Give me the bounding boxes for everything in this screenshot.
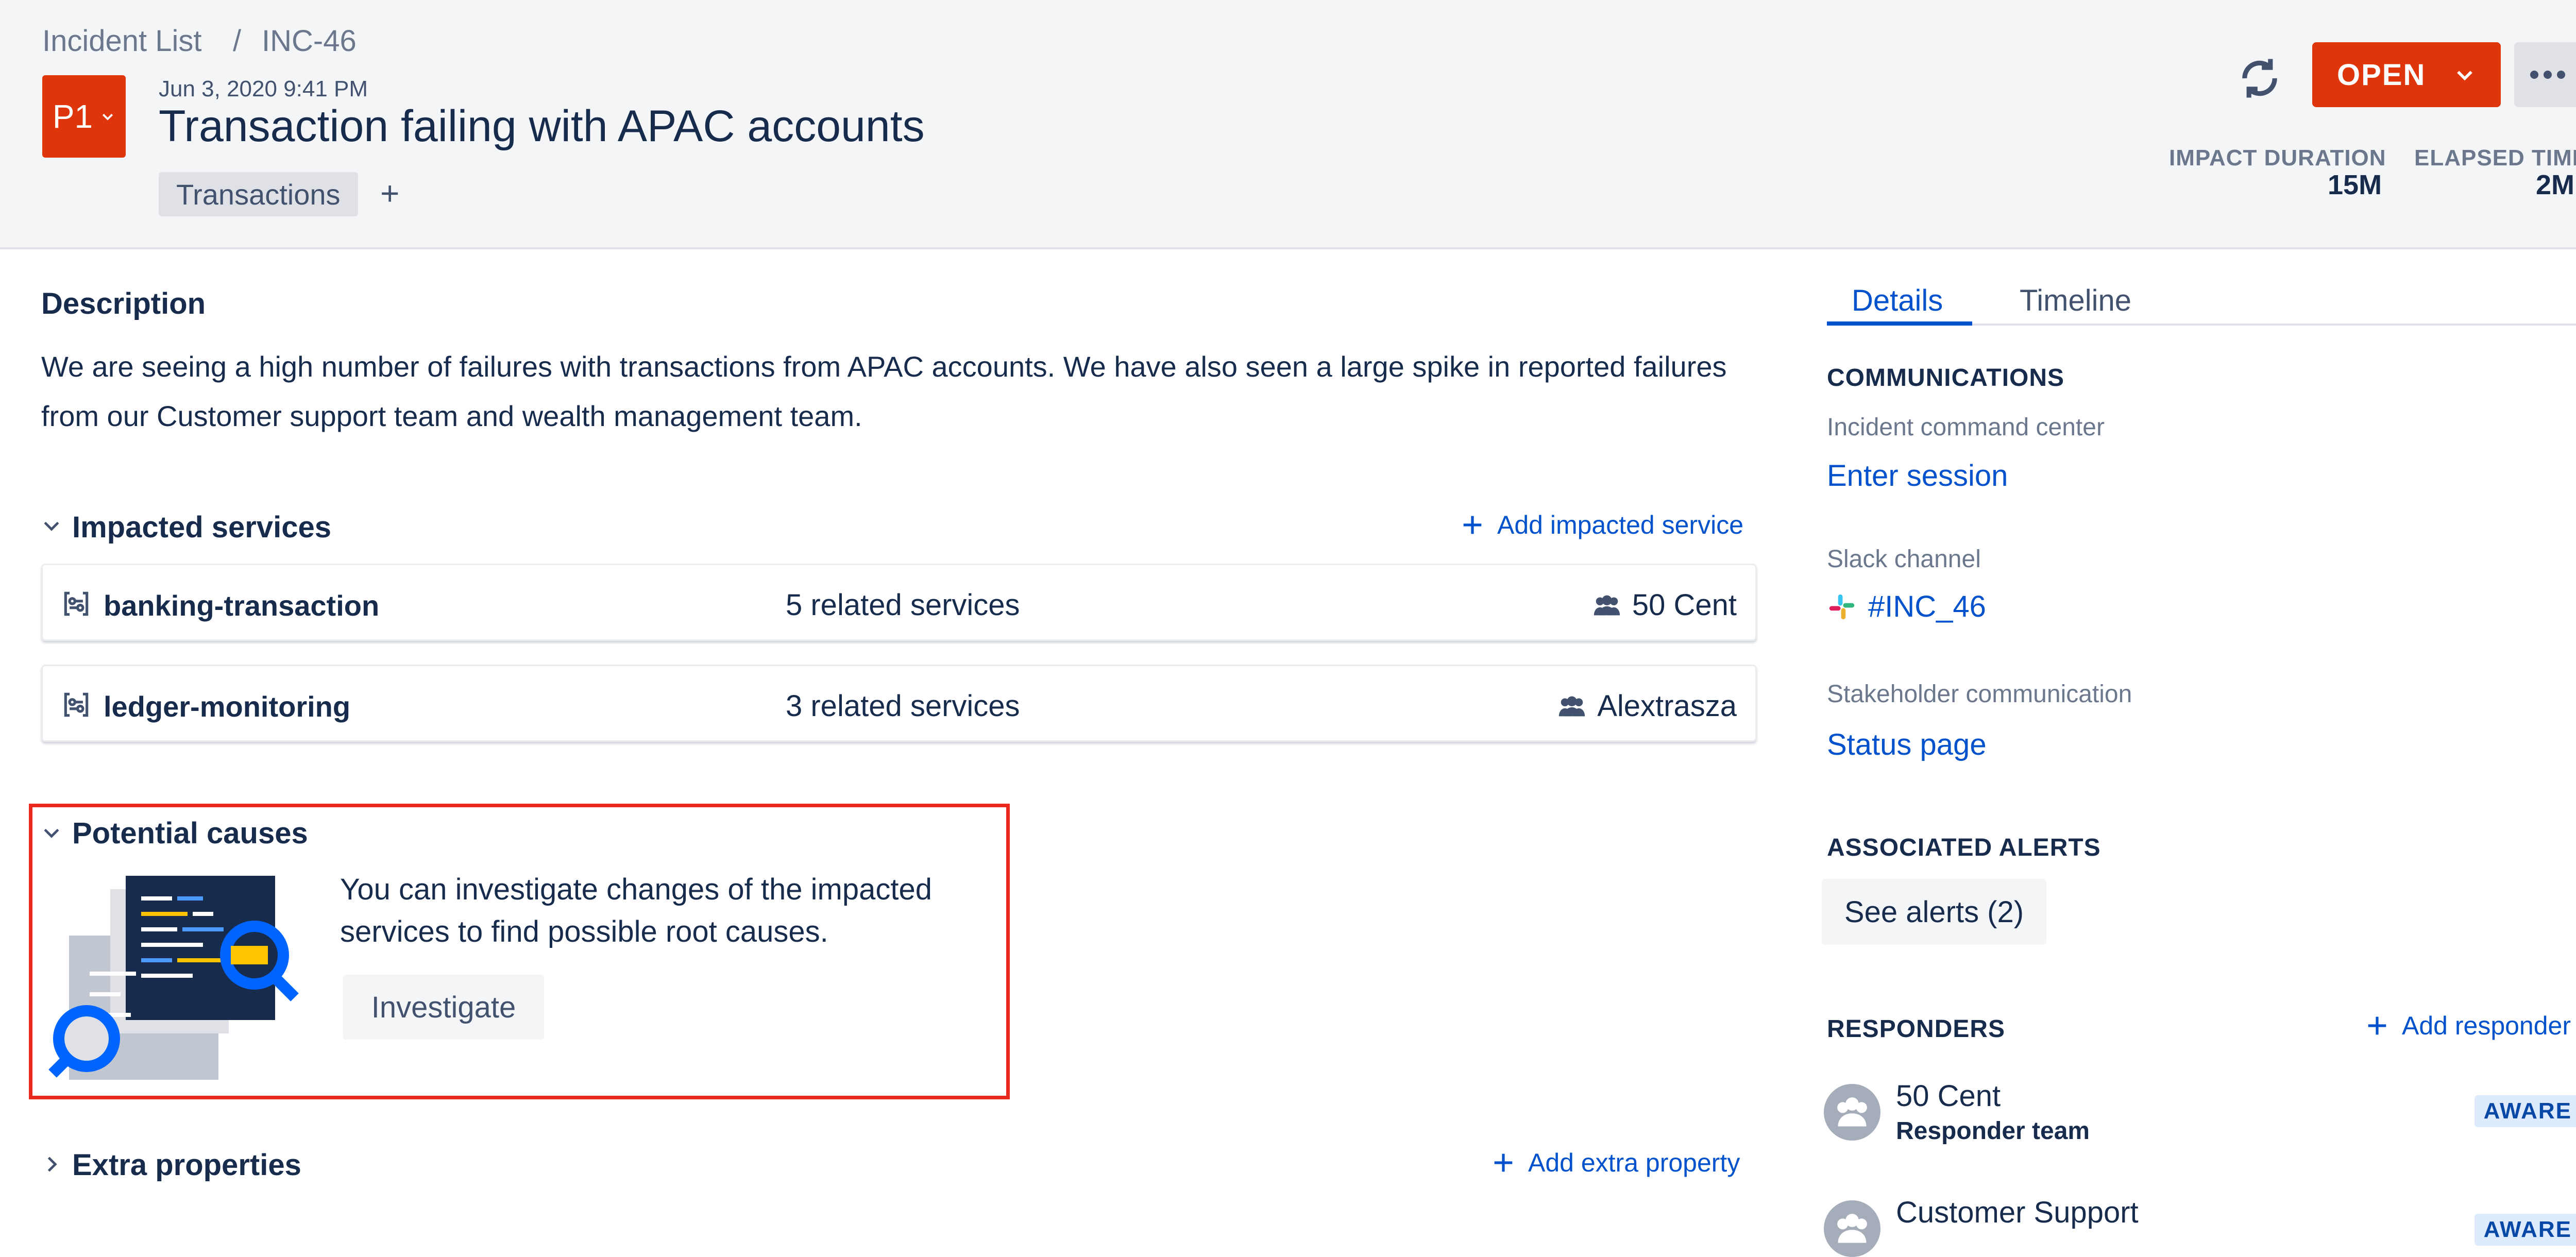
tab-active-indicator xyxy=(1827,321,1972,326)
related-services[interactable]: 3 related services xyxy=(786,689,1020,723)
priority-label: P1 xyxy=(52,98,93,135)
status-badge: AWARE xyxy=(2474,1214,2576,1246)
service-name[interactable]: ledger-monitoring xyxy=(104,690,350,723)
potential-causes-toggle[interactable] xyxy=(40,821,63,844)
list-item[interactable] xyxy=(1824,1084,1880,1141)
impact-duration-value: 15M xyxy=(2328,169,2382,200)
refresh-icon[interactable] xyxy=(2234,53,2285,104)
chevron-down-icon xyxy=(44,828,59,838)
responder-name[interactable]: 50 Cent xyxy=(1896,1079,2001,1113)
impacted-services-toggle[interactable] xyxy=(40,514,63,537)
owner-name: 50 Cent xyxy=(1632,588,1737,622)
slack-channel-name: #INC_46 xyxy=(1868,590,1986,623)
potential-causes-text: You can investigate changes of the impac… xyxy=(340,873,932,948)
more-icon xyxy=(2530,71,2565,79)
extra-properties-toggle[interactable] xyxy=(40,1153,63,1176)
responder-role: Responder team xyxy=(1896,1117,2090,1145)
breadcrumb-separator: / xyxy=(233,24,242,58)
slack-channel-label: Slack channel xyxy=(1827,546,1981,573)
list-item[interactable] xyxy=(1824,1200,1880,1257)
description-text[interactable]: We are seeing a high number of failures … xyxy=(41,342,1741,441)
plus-icon xyxy=(1494,1153,1513,1172)
slack-channel-link[interactable]: #INC_46 xyxy=(1827,589,1986,624)
team-avatar-icon xyxy=(1824,1200,1880,1257)
associated-alerts-heading: ASSOCIATED ALERTS xyxy=(1827,834,2101,861)
tab-details[interactable]: Details xyxy=(1852,283,1943,318)
team-avatar-icon xyxy=(1824,1084,1880,1141)
service-icon xyxy=(64,692,89,717)
chevron-down-icon xyxy=(103,113,113,121)
owner-name: Alextrasza xyxy=(1597,689,1737,723)
chevron-down-icon xyxy=(44,521,59,531)
chevron-down-icon xyxy=(2457,71,2472,81)
add-impacted-service-button[interactable]: Add impacted service xyxy=(1459,510,1743,540)
chevron-right-icon xyxy=(47,1157,57,1172)
investigate-illustration-icon xyxy=(48,876,299,1080)
add-extra-property-button[interactable]: Add extra property xyxy=(1490,1148,1740,1178)
add-impacted-service-label: Add impacted service xyxy=(1497,511,1744,539)
responder-name[interactable]: Customer Support xyxy=(1896,1195,2139,1230)
team-icon xyxy=(1594,595,1620,615)
description-heading: Description xyxy=(41,287,206,320)
add-responder-label: Add responder xyxy=(2402,1011,2571,1040)
see-alerts-button[interactable]: See alerts (2) xyxy=(1822,879,2046,945)
enter-session-link[interactable]: Enter session xyxy=(1827,458,2008,493)
service-owner: 50 Cent xyxy=(1592,588,1737,622)
impact-duration-label: IMPACT DURATION xyxy=(2169,145,2386,171)
plus-icon xyxy=(1463,516,1482,534)
add-responder-button[interactable]: Add responder xyxy=(2364,1011,2571,1041)
service-name[interactable]: banking-transaction xyxy=(104,589,379,622)
extra-properties-heading: Extra properties xyxy=(72,1148,301,1182)
table-row[interactable]: banking-transaction 5 related services 5… xyxy=(41,564,1757,641)
investigate-button[interactable]: Investigate xyxy=(343,975,544,1040)
communications-heading: COMMUNICATIONS xyxy=(1827,364,2065,392)
team-icon xyxy=(1559,696,1585,716)
related-services[interactable]: 5 related services xyxy=(786,588,1020,622)
command-center-label: Incident command center xyxy=(1827,414,2105,441)
plus-icon xyxy=(2368,1016,2386,1035)
status-dropdown-button[interactable]: OPEN xyxy=(2312,42,2501,107)
elapsed-time-value: 2M xyxy=(2536,169,2575,200)
status-page-link[interactable]: Status page xyxy=(1827,727,1987,762)
tab-timeline[interactable]: Timeline xyxy=(2020,283,2131,318)
stakeholder-communication-label: Stakeholder communication xyxy=(1827,681,2132,708)
page-title: Transaction failing with APAC accounts xyxy=(159,101,925,151)
add-tag-button[interactable]: + xyxy=(380,174,399,212)
add-extra-property-label: Add extra property xyxy=(1528,1148,1740,1177)
slack-icon xyxy=(1829,594,1855,619)
incident-date: Jun 3, 2020 9:41 PM xyxy=(159,76,368,101)
table-row[interactable]: ledger-monitoring 3 related services Ale… xyxy=(41,665,1757,742)
service-icon xyxy=(64,591,89,616)
impacted-services-heading: Impacted services xyxy=(72,511,331,544)
priority-dropdown[interactable]: P1 xyxy=(42,75,126,158)
status-label: OPEN xyxy=(2337,58,2426,92)
responders-heading: RESPONDERS xyxy=(1827,1015,2006,1043)
elapsed-time-label: ELAPSED TIME xyxy=(2414,145,2576,171)
service-owner: Alextrasza xyxy=(1557,689,1737,723)
potential-causes-heading: Potential causes xyxy=(72,817,308,850)
more-actions-button[interactable] xyxy=(2514,42,2576,107)
status-badge: AWARE xyxy=(2474,1095,2576,1127)
breadcrumb-incident-list[interactable]: Incident List xyxy=(42,24,202,58)
tag-transactions[interactable]: Transactions xyxy=(159,172,358,216)
breadcrumb-current[interactable]: INC-46 xyxy=(262,24,357,58)
